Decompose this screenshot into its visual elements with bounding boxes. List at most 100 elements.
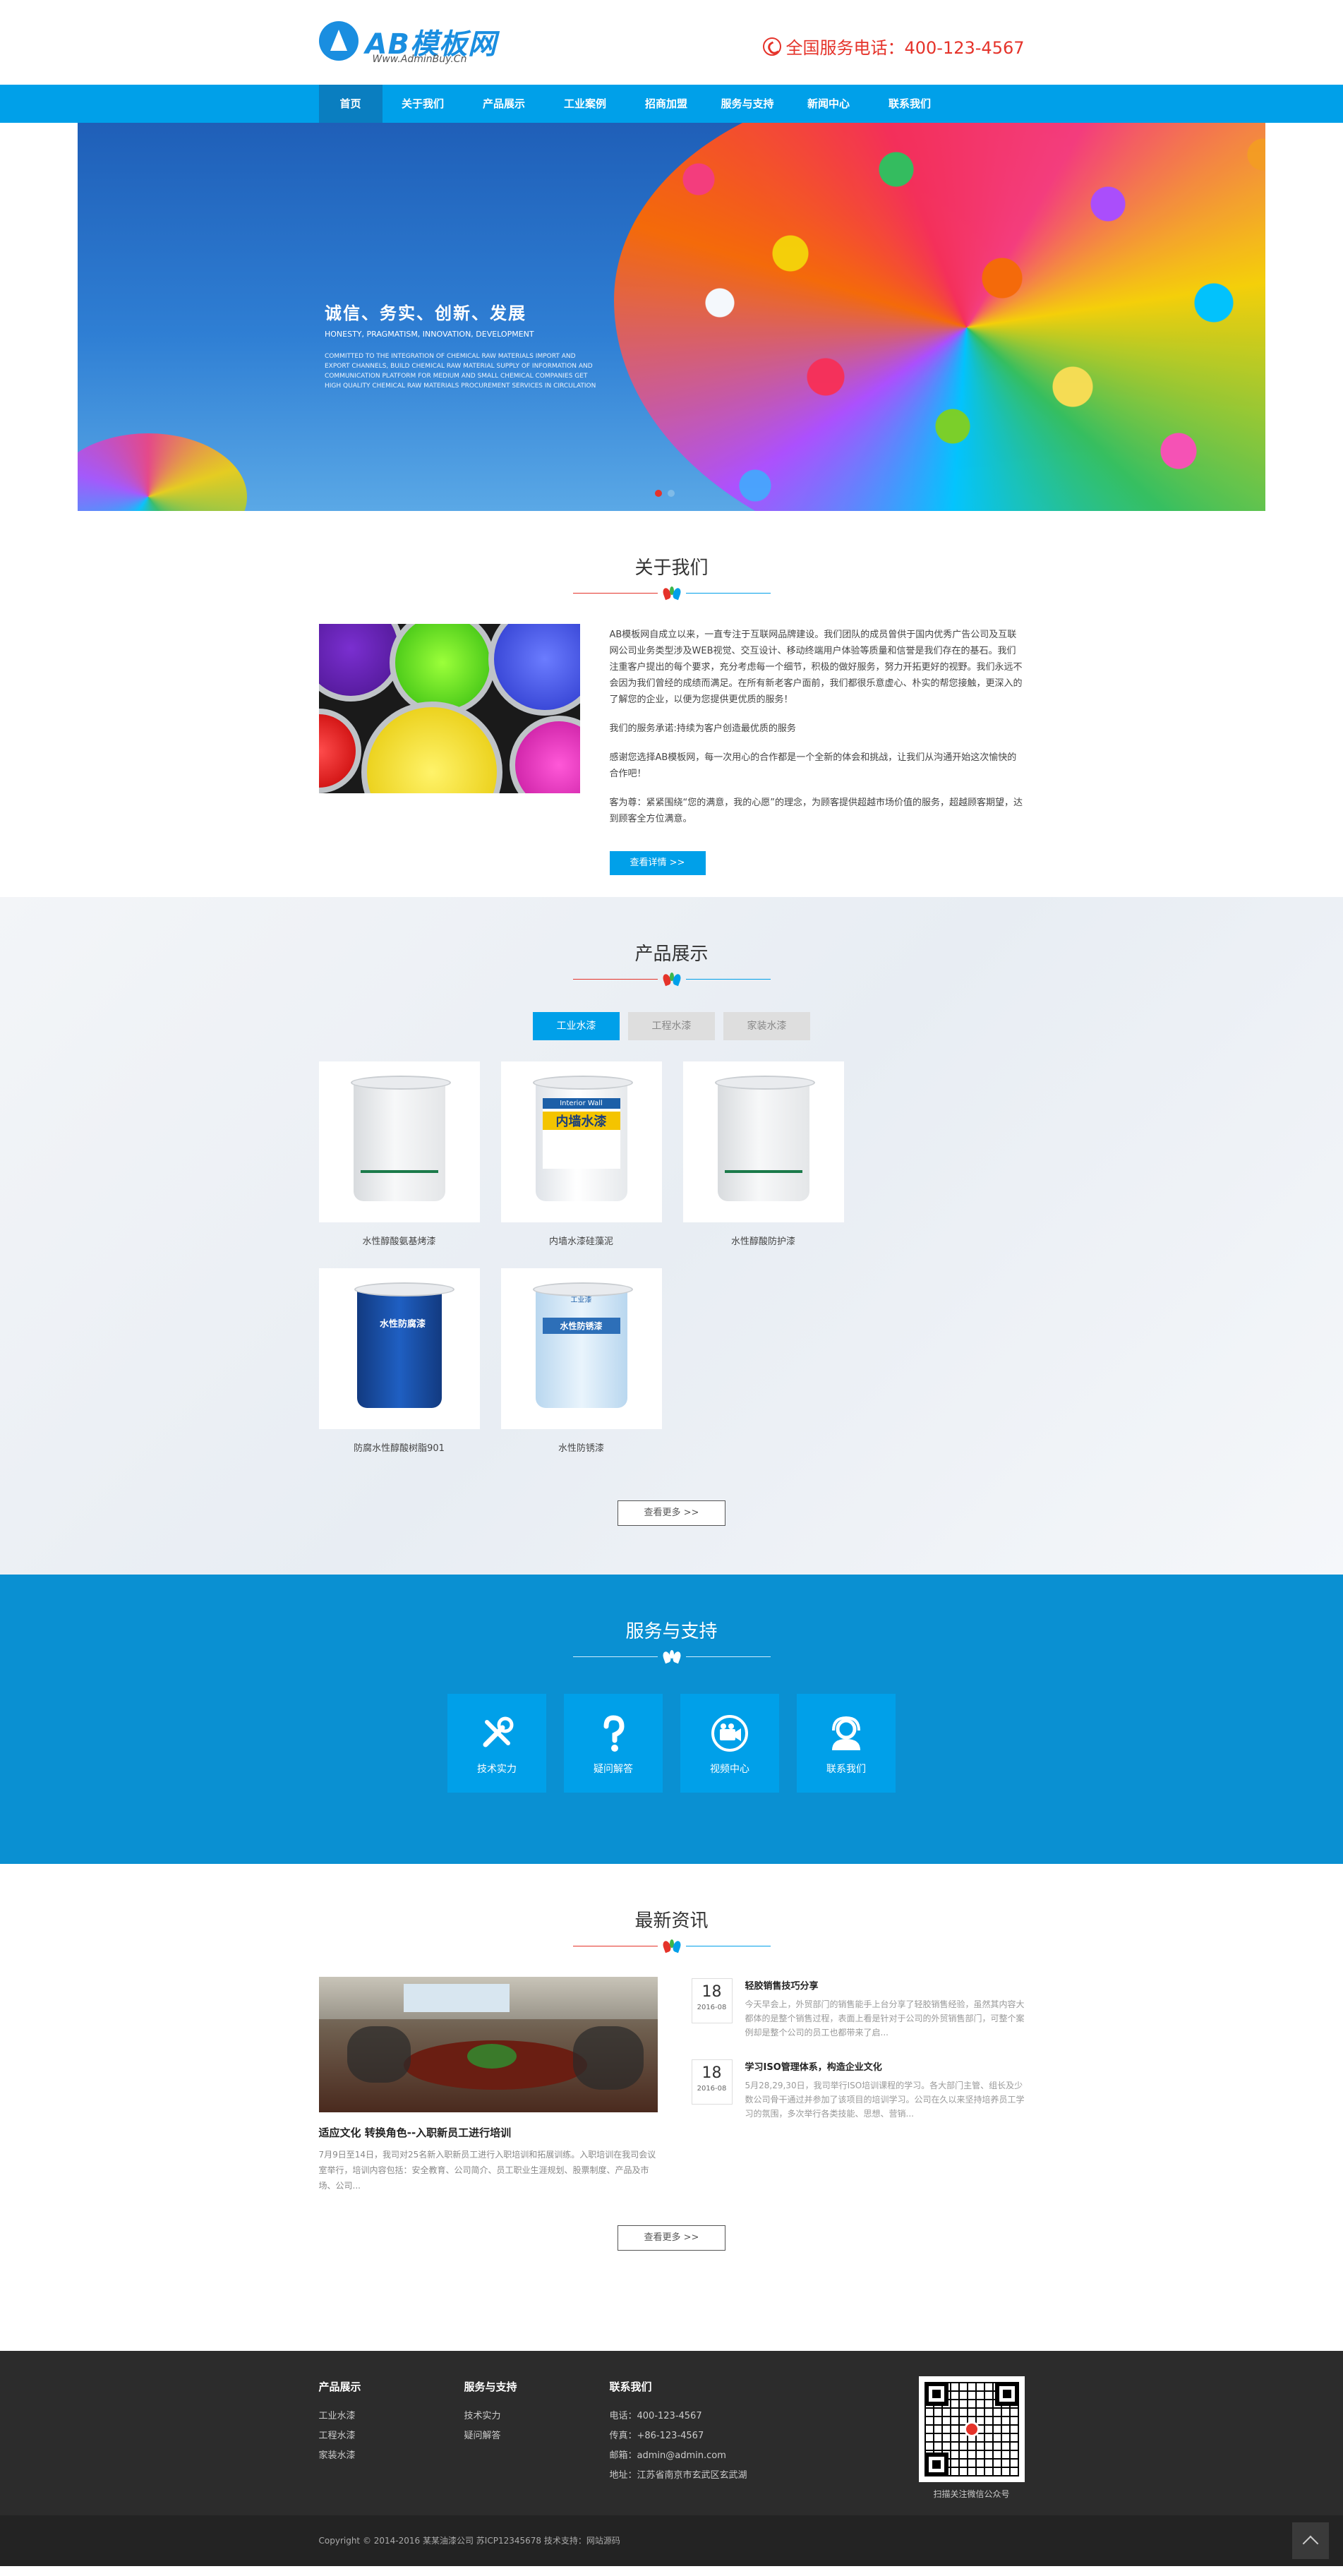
service-item-faq[interactable]: 疑问解答 [564,1694,663,1793]
footer-link[interactable]: 工业水漆 [319,2407,361,2426]
phone-icon [763,37,782,56]
nav-item-about[interactable]: 关于我们 [383,85,464,123]
product-image: Interior Wall 内墙水漆 [500,1061,662,1222]
nav-item-service[interactable]: 服务与支持 [707,85,788,123]
footer-fax: 传真：+86-123-4567 [609,2431,704,2441]
title-ornament-icon [572,1938,771,1955]
footer-link[interactable]: 疑问解答 [464,2426,517,2446]
footer-link[interactable]: 家装水漆 [319,2446,361,2466]
news-month: 2016-08 [697,2004,727,2011]
news-date: 18 2016-08 [691,1978,733,2023]
site-logo[interactable]: AB模板网 Www.AdminBuy.Cn [318,20,510,69]
main-nav: 首页 关于我们 产品展示 工业案例 招商加盟 服务与支持 新闻中心 联系我们 [0,85,1343,123]
product-card[interactable]: 工业漆 水性防锈漆 水性防锈漆 [500,1268,662,1454]
bucket-brand: 工业漆 [570,1296,592,1304]
footer-phone: 电话：400-123-4567 [609,2411,702,2421]
products-more-button[interactable]: 查看更多 >> [618,1500,725,1526]
product-name: 内墙水漆硅藻泥 [548,1236,613,1247]
product-name: 水性醇酸氨基烤漆 [362,1236,436,1247]
meeting-room-image [318,1977,658,2112]
news-title: 最新资讯 [634,1910,709,1932]
service-section: 服务与支持 技术实力 疑问解答 视频中心 联系我们 [0,1575,1343,1864]
bucket-label: 水性防腐漆 [379,1319,426,1330]
hotline-text: 全国服务电话：400-123-4567 [785,38,1025,58]
about-title: 关于我们 [634,558,709,579]
news-day: 18 [701,1983,722,2001]
news-item-desc: 今天早会上，外贸部门的销售能手上台分享了轻胶销售经验，虽然其内容大都体的是整个销… [745,1999,1025,2038]
news-list: 18 2016-08 轻胶销售技巧分享 今天早会上，外贸部门的销售能手上台分享了… [691,1978,1025,2141]
bucket-label-en: Interior Wall [542,1098,620,1109]
tools-icon [477,1714,517,1753]
product-card[interactable]: 水性防腐漆 防腐水性醇酸树脂901 [318,1268,480,1454]
tab-industrial[interactable]: 工业水漆 [533,1012,620,1040]
about-paragraph-1: AB模板网自成立以来，一直专注于互联网品牌建设。我们团队的成员曾供于国内优秀广告… [609,630,1023,705]
question-icon [594,1714,633,1753]
support-icon [826,1714,866,1753]
footer-service: 服务与支持 技术实力 疑问解答 [464,2379,517,2446]
footer-col-title: 服务与支持 [464,2381,517,2393]
tab-engineering[interactable]: 工程水漆 [628,1012,715,1040]
product-image: 工业漆 水性防锈漆 [500,1268,662,1429]
product-card[interactable]: 水性醇酸氨基烤漆 [318,1061,480,1247]
service-item-contact[interactable]: 联系我们 [797,1694,896,1793]
service-hotline: 全国服务电话：400-123-4567 [763,34,1025,59]
banner-dot-2[interactable] [668,490,675,497]
bucket-label: 水性防锈漆 [542,1318,620,1334]
footer-link[interactable]: 技术实力 [464,2407,517,2426]
news-item-desc: 5月28,29,30日，我司举行ISO培训课程的学习。各大部门主管、组长及少数公… [745,2081,1025,2119]
news-day: 18 [701,2064,722,2082]
footer-email: 邮箱：admin@admin.com [609,2450,726,2461]
back-to-top-icon[interactable] [1292,2522,1329,2559]
footer-contact: 联系我们 电话：400-123-4567 传真：+86-123-4567 邮箱：… [610,2379,747,2486]
nav-item-cases[interactable]: 工业案例 [545,85,626,123]
news-item[interactable]: 18 2016-08 学习ISO管理体系，构造企业文化 5月28,29,30日，… [691,2059,1025,2121]
banner-pagination [655,490,675,497]
bucket-label-cn: 内墙水漆 [542,1112,620,1130]
tab-home[interactable]: 家装水漆 [723,1012,810,1040]
copyright-text: Copyright © 2014-2016 某某油漆公司 苏ICP1234567… [318,2536,620,2546]
news-section: 最新资讯 适应文化 转换角色--入职新员工进行培训 7月9日至14日，我司对25… [318,1864,1025,2351]
news-item[interactable]: 18 2016-08 轻胶销售技巧分享 今天早会上，外贸部门的销售能手上台分享了… [691,1978,1025,2040]
qr-caption: 扫描关注微信公众号 [933,2489,1010,2499]
nav-item-news[interactable]: 新闻中心 [788,85,869,123]
nav-item-franchise[interactable]: 招商加盟 [626,85,707,123]
nav-item-home[interactable]: 首页 [318,85,383,123]
products-title: 产品展示 [634,944,709,965]
banner-dot-1[interactable] [655,490,662,497]
title-ornament-icon [572,971,771,988]
footer-link[interactable]: 工程水漆 [319,2426,361,2446]
service-item-tech[interactable]: 技术实力 [447,1694,546,1793]
product-card[interactable]: Interior Wall 内墙水漆 内墙水漆硅藻泥 [500,1061,662,1247]
product-image [682,1061,844,1222]
product-name: 水性醇酸防护漆 [730,1236,795,1247]
featured-news-title[interactable]: 适应文化 转换角色--入职新员工进行培训 [319,2125,658,2140]
footer-col-title: 联系我们 [609,2381,652,2393]
product-card[interactable]: 水性醇酸防护漆 [682,1061,844,1247]
featured-news-desc: 7月9日至14日，我司对25名新入职新员工进行入职培训和拓展训练。入职培训在我司… [318,2150,656,2191]
logo-mark-icon [318,21,359,61]
service-label: 视频中心 [710,1764,749,1775]
banner-heading: 诚信、务实、创新、发展 [325,303,526,323]
product-name: 防腐水性醇酸树脂901 [354,1443,445,1454]
service-item-video[interactable]: 视频中心 [680,1694,779,1793]
about-paragraph-2: 我们的服务承诺:持续为客户创造最优质的服务 [609,723,796,734]
about-details-button[interactable]: 查看详情 >> [609,851,706,875]
hero-banner: 诚信、务实、创新、发展 HONESTY, PRAGMATISM, INNOVAT… [78,123,1265,511]
service-label: 技术实力 [477,1764,517,1775]
about-paragraph-4: 客为尊：紧紧围绕“您的满意，我的心愿”的理念，为顾客提供超越市场价值的服务，超越… [609,798,1023,824]
product-tabs: 工业水漆 工程水漆 家装水漆 [0,1012,1343,1040]
nav-item-contact[interactable]: 联系我们 [869,85,951,123]
logo-subtitle: Www.AdminBuy.Cn [372,54,467,65]
news-item-title[interactable]: 学习ISO管理体系，构造企业文化 [745,2059,1025,2073]
news-date: 18 2016-08 [691,2059,733,2105]
copyright-bar: Copyright © 2014-2016 某某油漆公司 苏ICP1234567… [0,2515,1343,2566]
nav-item-products[interactable]: 产品展示 [464,85,545,123]
banner-paragraph: COMMITTED TO THE INTEGRATION OF CHEMICAL… [325,353,596,390]
paint-cans-image [318,624,580,793]
balloons-corner-image [78,433,247,511]
news-month: 2016-08 [697,2085,727,2093]
news-more-button[interactable]: 查看更多 >> [618,2225,725,2251]
featured-news[interactable]: 适应文化 转换角色--入职新员工进行培训 7月9日至14日，我司对25名新入职新… [318,1977,658,2193]
site-header: AB模板网 Www.AdminBuy.Cn 全国服务电话：400-123-456… [318,0,1025,85]
news-item-title[interactable]: 轻胶销售技巧分享 [745,1978,1025,1992]
